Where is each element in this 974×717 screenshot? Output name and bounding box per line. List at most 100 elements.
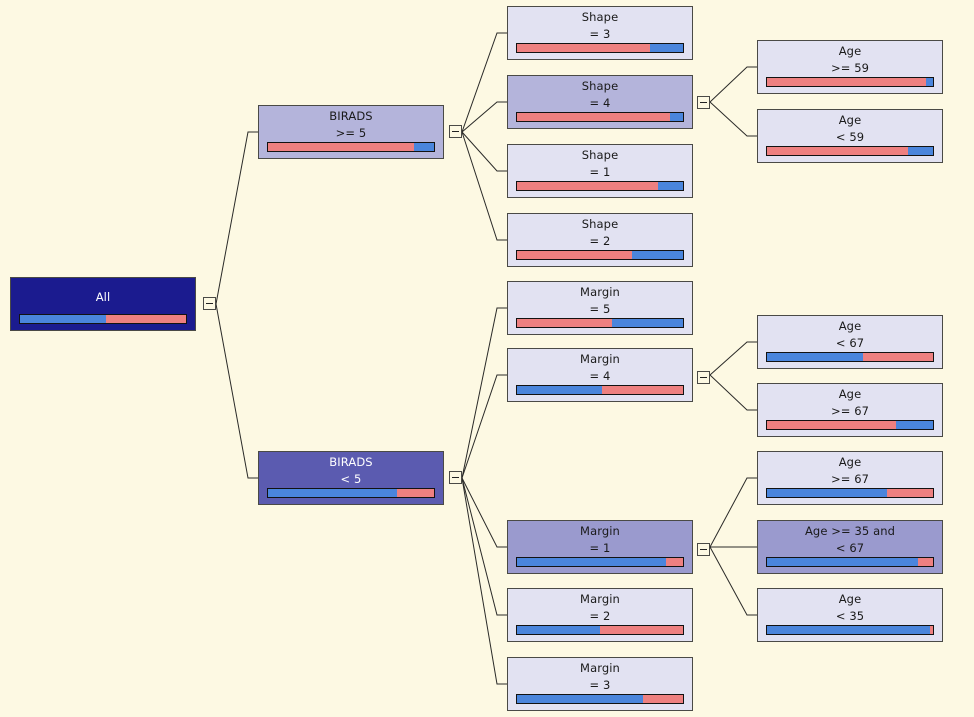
node-shape-4-bar-blue-segment [669,113,683,121]
node-age-lt-67[interactable]: Age < 67 [757,315,943,369]
node-margin-2-distribution-bar [516,625,684,635]
node-shape-4-line1: Shape [581,79,619,93]
node-age-ge-59-bar-blue-segment [926,78,933,86]
node-shape-4[interactable]: Shape = 4 [507,75,693,129]
edge-birads-lt5-to-margin-1 [461,477,507,548]
node-age-ge-35-and-lt-67-bar-blue-segment [767,558,919,566]
node-shape-3-line2: = 3 [589,27,611,41]
toggle-birads-lt5[interactable] [449,471,462,484]
minus-icon [700,549,707,550]
edge-birads-lt5-to-margin-4 [461,374,507,479]
node-birads-ge-5-label: BIRADS >= 5 [259,106,443,142]
node-age-lt-35-label: Age < 35 [758,589,942,625]
node-margin-1-bar-blue-segment [517,558,667,566]
decision-tree-canvas: All BIRADS >= 5 BIRADS < 5 Shape = 3 Shape = 4 Sh… [0,0,974,717]
node-birads-lt-5-label: BIRADS < 5 [259,452,443,488]
toggle-root[interactable] [203,297,216,310]
node-age-lt-59-bar-blue-segment [908,147,933,155]
node-all-label: All [11,278,195,314]
node-margin-4-line2: = 4 [589,369,611,383]
node-margin-5[interactable]: Margin = 5 [507,281,693,335]
node-age-ge-35-and-lt-67-bar-red-segment [918,558,933,566]
edge-margin-4-to-age-ge67a [709,374,757,411]
node-all-distribution-bar [19,314,187,324]
node-age-lt-35[interactable]: Age < 35 [757,588,943,642]
node-margin-2-line2: = 2 [589,609,611,623]
node-margin-5-bar-red-segment [517,319,612,327]
node-margin-5-line2: = 5 [589,302,611,316]
node-age-ge-67-a-bar-blue-segment [896,421,933,429]
node-shape-1-bar-red-segment [517,182,659,190]
node-shape-2-line2: = 2 [589,234,611,248]
node-age-ge-59-bar-red-segment [767,78,927,86]
edge-all-to-birads-ge5 [215,131,258,305]
edge-margin-1-to-age-ge67b [709,477,757,548]
node-margin-4-label: Margin = 4 [508,349,692,385]
node-margin-3-line2: = 3 [589,678,611,692]
edge-birads-ge5-to-shape-3 [461,32,507,133]
node-margin-5-bar-blue-segment [611,319,683,327]
node-margin-4[interactable]: Margin = 4 [507,348,693,402]
edge-margin-4-to-age-lt67 [709,341,757,376]
node-margin-2[interactable]: Margin = 2 [507,588,693,642]
node-age-ge-59[interactable]: Age >= 59 [757,40,943,94]
toggle-margin-1[interactable] [697,543,710,556]
node-margin-1-bar-red-segment [666,558,683,566]
node-birads-ge-5-bar-red-segment [268,143,415,151]
node-age-ge-67-b-line1: Age [838,455,862,469]
edge-shape-4-to-age-ge59 [709,66,757,103]
node-age-ge-35-and-lt-67[interactable]: Age >= 35 and < 67 [757,520,943,574]
minus-icon [700,377,707,378]
edge-birads-ge5-to-shape-4 [461,101,507,133]
node-age-ge-67-a-line1: Age [838,387,862,401]
toggle-margin-4[interactable] [697,371,710,384]
node-age-ge-67-b[interactable]: Age >= 67 [757,451,943,505]
node-age-lt-59[interactable]: Age < 59 [757,109,943,163]
node-margin-1-distribution-bar [516,557,684,567]
node-birads-ge-5[interactable]: BIRADS >= 5 [258,105,444,159]
node-margin-5-distribution-bar [516,318,684,328]
node-all-bar-blue-segment [20,315,107,323]
edge-birads-ge5-to-shape-2 [461,131,507,241]
toggle-shape-4[interactable] [697,96,710,109]
node-margin-4-bar-blue-segment [517,386,602,394]
node-shape-3-bar-red-segment [517,44,650,52]
node-margin-3-line1: Margin [580,661,620,675]
node-all[interactable]: All [10,277,196,331]
node-shape-1[interactable]: Shape = 1 [507,144,693,198]
node-birads-lt-5[interactable]: BIRADS < 5 [258,451,444,505]
node-age-lt-59-line1: Age [838,113,862,127]
node-margin-4-bar-red-segment [601,386,683,394]
node-age-lt-35-bar-blue-segment [767,626,930,634]
node-margin-1[interactable]: Margin = 1 [507,520,693,574]
node-margin-4-line1: Margin [580,352,620,366]
node-margin-2-line1: Margin [580,592,620,606]
toggle-birads-ge5[interactable] [449,125,462,138]
edge-birads-lt5-to-margin-2 [461,477,507,616]
node-shape-1-line1: Shape [581,148,619,162]
node-age-ge-67-a[interactable]: Age >= 67 [757,383,943,437]
minus-icon [452,477,459,478]
node-age-lt-35-line2: < 35 [835,609,865,623]
node-age-ge-35-and-lt-67-distribution-bar [766,557,934,567]
node-birads-lt-5-bar-blue-segment [268,489,398,497]
node-age-ge-35-and-lt-67-line1: Age >= 35 and [804,524,896,538]
node-shape-3-bar-blue-segment [649,44,683,52]
node-age-lt-59-label: Age < 59 [758,110,942,146]
node-birads-lt-5-bar-red-segment [397,489,434,497]
node-margin-3[interactable]: Margin = 3 [507,657,693,711]
node-age-ge-59-line1: Age [838,44,862,58]
node-age-lt-67-line2: < 67 [835,336,865,350]
node-age-lt-59-line2: < 59 [835,130,865,144]
node-all-bar-red-segment [106,315,186,323]
node-age-lt-67-line1: Age [838,319,862,333]
node-shape-2[interactable]: Shape = 2 [507,213,693,267]
node-shape-1-distribution-bar [516,181,684,191]
node-birads-lt-5-line1: BIRADS [329,455,373,469]
node-shape-3[interactable]: Shape = 3 [507,6,693,60]
node-shape-4-label: Shape = 4 [508,76,692,112]
node-age-ge-67-a-label: Age >= 67 [758,384,942,420]
node-margin-3-bar-red-segment [643,695,683,703]
node-margin-1-line2: = 1 [589,541,611,555]
edge-birads-lt5-to-margin-3 [461,477,507,685]
